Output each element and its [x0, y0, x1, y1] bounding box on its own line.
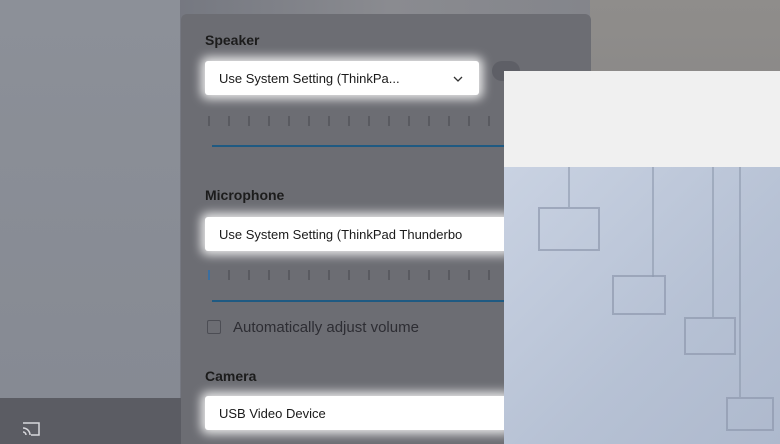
video-tile-whiteboard	[504, 167, 780, 444]
microphone-title: Microphone	[205, 187, 285, 203]
microphone-select-value: Use System Setting (ThinkPad Thunderbo	[219, 226, 463, 242]
video-preview-tile	[504, 71, 780, 444]
chevron-down-icon	[453, 72, 463, 82]
video-tile-header	[504, 71, 780, 167]
speaker-select-value: Use System Setting (ThinkPa...	[219, 70, 400, 86]
speaker-select[interactable]: Use System Setting (ThinkPa...	[205, 61, 479, 95]
auto-adjust-volume-checkbox[interactable]	[207, 320, 221, 334]
microphone-level-meter	[208, 267, 508, 280]
cast-screen-icon[interactable]	[22, 422, 40, 436]
background-whiteboard	[0, 0, 180, 400]
speaker-title: Speaker	[205, 32, 260, 48]
microphone-select[interactable]: Use System Setting (ThinkPad Thunderbo	[205, 217, 509, 251]
speaker-volume-slider[interactable]	[212, 145, 507, 147]
auto-adjust-volume-label: Automatically adjust volume	[233, 319, 419, 336]
microphone-volume-slider[interactable]	[212, 300, 507, 302]
camera-select-value: USB Video Device	[219, 405, 326, 421]
camera-select[interactable]: USB Video Device	[205, 396, 509, 430]
speaker-level-meter	[208, 113, 508, 126]
camera-title: Camera	[205, 368, 257, 384]
